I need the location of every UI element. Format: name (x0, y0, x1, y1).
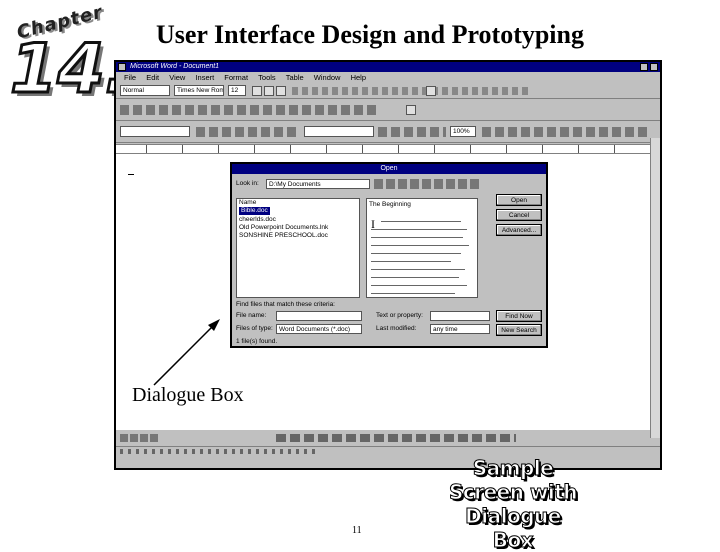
menu-file[interactable]: File (124, 72, 136, 83)
menu-window[interactable]: Window (314, 72, 341, 83)
preview-text-line (371, 261, 451, 262)
find-now-button[interactable]: Find Now (496, 310, 542, 322)
word-window: Microsoft Word - Document1 File Edit Vie… (114, 60, 662, 470)
dialog-title: Open (232, 164, 546, 174)
file-list[interactable]: Name Bible.doc cheerlds.doc Old Powerpoi… (236, 198, 360, 298)
file-type-label: Files of type: (236, 325, 273, 332)
menu-table[interactable]: Table (286, 72, 304, 83)
zoom-box[interactable]: 100% (450, 126, 476, 137)
dialog-status-text: 1 file(s) found. (236, 338, 278, 345)
preview-text-line (371, 245, 469, 246)
font-size-box[interactable]: 12 (228, 85, 246, 96)
open-button[interactable]: Open (496, 194, 542, 206)
page-number: 11 (352, 525, 362, 536)
chapter-logo: Chapter 14. (6, 2, 131, 130)
dialog-toolbar[interactable] (374, 179, 482, 189)
preview-text-line (371, 237, 463, 238)
look-in-dropdown[interactable]: D:\My Documents (266, 179, 370, 189)
status-bar (116, 446, 660, 456)
file-type-dropdown[interactable]: Word Documents (*.doc) (276, 324, 362, 334)
style-box[interactable]: Normal (120, 85, 170, 96)
sample-caption-line: Dialogue Box (465, 504, 562, 552)
criteria-label: Find files that match these criteria: (236, 301, 335, 308)
italic-icon[interactable] (264, 86, 274, 96)
toolbar-buttons[interactable] (276, 434, 516, 442)
system-menu-icon[interactable] (118, 63, 126, 71)
slide-title: User Interface Design and Prototyping (155, 20, 584, 49)
preview-text-line (371, 293, 455, 294)
toolbar-buttons[interactable] (292, 87, 532, 95)
preview-text-line (371, 253, 461, 254)
ruler[interactable] (116, 144, 660, 154)
text-property-field[interactable] (430, 311, 490, 321)
preview-text-line (371, 277, 459, 278)
name-column-header[interactable]: Name (239, 199, 256, 207)
dialogue-box-callout: Dialogue Box (132, 384, 244, 406)
menu-insert[interactable]: Insert (195, 72, 214, 83)
sample-caption-line: Sample (472, 456, 554, 481)
view-buttons-bar (116, 432, 660, 444)
file-item[interactable]: Old Powerpoint Documents.lnk (239, 224, 328, 232)
menu-help[interactable]: Help (351, 72, 366, 83)
menu-edit[interactable]: Edit (146, 72, 159, 83)
preview-heading: The Beginning (369, 201, 411, 208)
window-title: Microsoft Word - Document1 (130, 63, 220, 70)
toolbar-buttons[interactable] (482, 127, 650, 137)
menu-bar: File Edit View Insert Format Tools Table… (116, 72, 660, 83)
preview-text-line (381, 221, 461, 222)
status-text (120, 449, 320, 454)
toolbar-buttons[interactable] (120, 105, 380, 115)
line-style-box[interactable] (120, 126, 190, 137)
menu-tools[interactable]: Tools (258, 72, 276, 83)
maximize-button[interactable] (650, 63, 658, 71)
title-bar: Microsoft Word - Document1 (116, 62, 660, 72)
new-search-button[interactable]: New Search (496, 324, 542, 336)
bold-icon[interactable] (252, 86, 262, 96)
menu-view[interactable]: View (169, 72, 185, 83)
view-buttons[interactable] (120, 434, 160, 442)
object-box[interactable] (304, 126, 374, 137)
menu-format[interactable]: Format (224, 72, 248, 83)
callout-arrow (153, 319, 220, 386)
text-property-label: Text or property: (376, 312, 423, 319)
file-item-selected[interactable]: Bible.doc (239, 207, 270, 215)
text-cursor (128, 174, 134, 175)
underline-icon[interactable] (276, 86, 286, 96)
highlight-icon[interactable] (426, 86, 436, 96)
standard-toolbar (116, 99, 660, 121)
sample-caption: Sample Screen with Dialogue Box (448, 456, 578, 552)
minimize-button[interactable] (640, 63, 648, 71)
open-folder-icon[interactable] (406, 105, 416, 115)
last-modified-label: Last modified: (376, 325, 417, 332)
preview-text-line (371, 285, 467, 286)
file-item[interactable]: cheerlds.doc (239, 216, 276, 224)
chapter-number: 14. (8, 30, 131, 109)
toolbar-buttons[interactable] (378, 127, 446, 137)
toolbar-buttons[interactable] (196, 127, 296, 137)
last-modified-dropdown[interactable]: any time (430, 324, 490, 334)
preview-pane: The Beginning I (366, 198, 478, 298)
formatting-toolbar: Normal Times New Roman 12 (116, 83, 660, 99)
file-name-label: File name: (236, 312, 267, 319)
look-in-label: Look in: (236, 180, 259, 187)
drawing-toolbar: 100% (116, 121, 660, 143)
preview-text-line (371, 229, 467, 230)
file-name-field[interactable] (276, 311, 362, 321)
advanced-button[interactable]: Advanced... (496, 224, 542, 236)
vertical-scrollbar[interactable] (650, 138, 660, 438)
font-box[interactable]: Times New Roman (174, 85, 224, 96)
cancel-button[interactable]: Cancel (496, 209, 542, 221)
file-item[interactable]: SONSHINE PRESCHOOL.doc (239, 232, 328, 240)
preview-text-line (371, 269, 465, 270)
sample-caption-line: Screen with (448, 480, 578, 505)
open-dialog: Open Look in: D:\My Documents Name Bible… (230, 162, 548, 348)
